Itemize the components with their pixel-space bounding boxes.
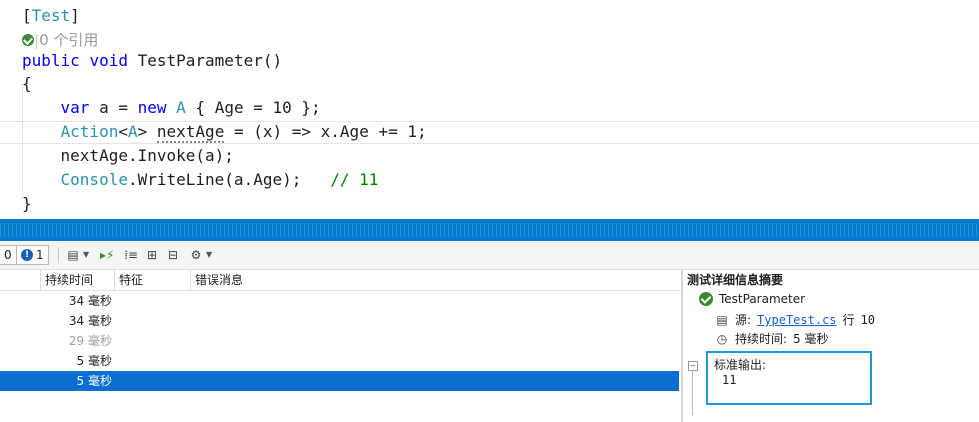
code-line-console: Console.WriteLine(a.Age); // 11 <box>60 170 379 189</box>
column-header-traits[interactable]: 特征 <box>114 270 193 290</box>
duration-cell: 5 毫秒 <box>76 354 112 368</box>
attribute-name: Test <box>31 6 71 25</box>
chevron-down-icon: ▼ <box>83 250 90 259</box>
group-by-button[interactable]: ⁞≡ <box>124 245 138 265</box>
duration-cell: 34 毫秒 <box>68 314 112 328</box>
code-line-open-brace: { <box>22 74 32 93</box>
error-icon: ! <box>21 249 33 261</box>
test-results-grid: 持续时间 特征 错误消息 34 毫秒 34 毫秒 29 毫秒 5 毫秒 5 毫秒 <box>0 270 681 422</box>
details-title: 测试详细信息摘要 <box>687 273 784 287</box>
toolbar-separator <box>58 247 59 263</box>
expand-all-button[interactable]: ⊞ <box>145 245 159 265</box>
line-label: 行 <box>842 313 855 327</box>
duration-cell: 34 毫秒 <box>68 294 112 308</box>
run-icon: ▸⚡ <box>100 248 115 262</box>
test-explorer-toolbar: 0 ! 1 ▤ ▼ ▸⚡ ⁞≡ ⊞ ⊟ ⚙ ▼ <box>0 241 979 270</box>
group-by-icon: ⁞≡ <box>124 248 138 262</box>
variable-nextAge: nextAge <box>156 122 225 143</box>
run-button[interactable]: ▸⚡ <box>100 245 114 265</box>
table-row[interactable]: 34 毫秒 <box>0 311 679 331</box>
failed-count: 1 <box>36 248 44 262</box>
code-comment: // 11 <box>330 170 379 189</box>
test-name: TestParameter <box>719 292 806 306</box>
stdout-value: 11 <box>722 373 737 387</box>
source-row: ▤ 源: TypeTest.cs 行 10 <box>715 311 875 329</box>
column-header-duration[interactable]: 持续时间 <box>40 270 115 290</box>
playlist-button[interactable]: ▤ ▼ <box>66 245 89 265</box>
clock-icon: ◷ <box>716 332 728 346</box>
collapse-all-icon: ⊟ <box>167 248 179 262</box>
grid-header: 持续时间 特征 错误消息 <box>0 270 681 291</box>
failed-filter-button[interactable]: ! 1 <box>16 245 49 265</box>
source-label: 源: <box>735 313 752 327</box>
chevron-down-icon: ▼ <box>206 250 213 259</box>
settings-button[interactable]: ⚙ ▼ <box>189 245 213 265</box>
duration-cell: 29 毫秒 <box>68 334 112 348</box>
column-header-error-message[interactable]: 错误消息 <box>190 270 681 290</box>
table-row[interactable]: 5 毫秒 <box>0 351 679 371</box>
method-name: TestParameter <box>137 51 263 70</box>
test-passed-icon[interactable] <box>22 34 34 46</box>
duration-cell: 5 毫秒 <box>76 374 112 388</box>
codelens[interactable]: |0 个引用 <box>22 28 98 51</box>
duration-value: 5 毫秒 <box>793 332 829 346</box>
collapse-all-button[interactable]: ⊟ <box>166 245 180 265</box>
line-number: 10 <box>860 313 875 327</box>
code-line-attribute: [Test] <box>22 6 80 25</box>
code-line-method-signature: public void TestParameter() <box>22 51 283 70</box>
duration-label: 持续时间: <box>735 332 788 346</box>
source-file-icon: ▤ <box>716 313 728 327</box>
expand-all-icon: ⊞ <box>146 248 158 262</box>
duration-row: ◷ 持续时间: 5 毫秒 <box>715 330 829 348</box>
passed-count: 0 <box>4 248 12 262</box>
code-line-var: var a = new A { Age = 10 }; <box>60 98 321 117</box>
source-file-link[interactable]: TypeTest.cs <box>757 311 836 329</box>
test-name-row: TestParameter <box>699 290 805 308</box>
check-icon <box>699 292 713 306</box>
code-line-action: Action<A> nextAge = (x) => x.Age += 1; <box>60 122 427 143</box>
passed-filter-button[interactable]: 0 <box>0 245 17 265</box>
code-line-invoke: nextAge.Invoke(a); <box>60 146 234 165</box>
table-row-selected[interactable]: 5 毫秒 <box>0 371 679 391</box>
test-detail-summary: 测试详细信息摘要 TestParameter ▤ 源: TypeTest.cs … <box>683 270 979 422</box>
standard-output-box[interactable]: 标准输出: 11 <box>706 351 872 405</box>
panel-splitter[interactable] <box>0 219 979 241</box>
reference-count[interactable]: 0 个引用 <box>39 31 98 49</box>
collapse-toggle[interactable]: − <box>688 361 698 371</box>
code-editor[interactable]: [Test] |0 个引用 public void TestParameter(… <box>0 0 979 219</box>
stdout-label: 标准输出: <box>714 358 767 372</box>
table-row[interactable]: 34 毫秒 <box>0 291 679 311</box>
code-line-close-brace: } <box>22 194 32 213</box>
outline-guide <box>692 371 693 415</box>
playlist-icon: ▤ <box>67 248 79 262</box>
settings-icon: ⚙ <box>190 248 202 262</box>
table-row[interactable]: 29 毫秒 <box>0 331 679 351</box>
